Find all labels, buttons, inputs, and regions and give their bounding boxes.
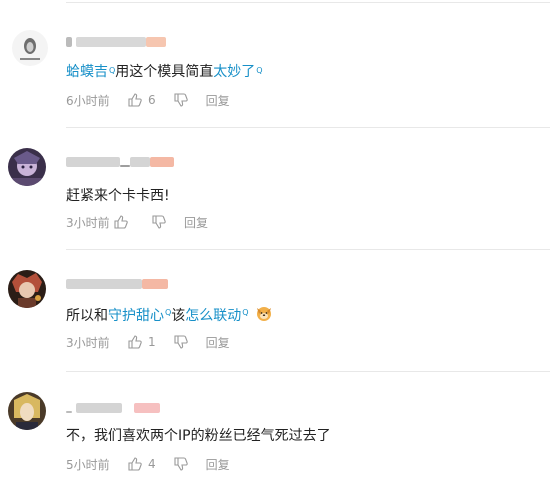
comment-text: 所以和守护甜心Q该怎么联动Q xyxy=(66,304,273,328)
thumbs-up-icon xyxy=(128,457,142,471)
search-icon: Q xyxy=(109,66,116,75)
comment-item: 所以和守护甜心Q该怎么联动Q 3小时前 1 回复 xyxy=(0,250,550,372)
thumbs-up-icon xyxy=(128,93,142,107)
dislike-button[interactable] xyxy=(174,335,188,349)
comment-text: 不，我们喜欢两个IP的粉丝已经气死过去了 xyxy=(66,426,331,446)
comment-item: 蛤蟆吉Q用这个模具简直太妙了Q 6小时前 6 回复 xyxy=(0,0,550,128)
timestamp: 5小时前 xyxy=(66,457,110,472)
like-button[interactable]: 6 xyxy=(128,93,156,107)
search-icon: Q xyxy=(242,308,249,317)
avatar[interactable] xyxy=(8,148,46,186)
username[interactable] xyxy=(66,156,174,168)
comment-meta: 3小时前 回复 xyxy=(66,214,208,230)
link-keyword[interactable]: 太妙了 xyxy=(213,64,255,80)
thumbs-down-icon xyxy=(174,457,188,471)
comment-item: 不，我们喜欢两个IP的粉丝已经气死过去了 5小时前 4 回复 xyxy=(0,372,550,483)
text-segment: 赶紧来个卡卡西! xyxy=(66,188,170,204)
text-segment: 用这个模具简直 xyxy=(115,64,214,80)
username[interactable] xyxy=(66,36,166,48)
text-segment: 该 xyxy=(171,308,186,324)
reply-button[interactable]: 回复 xyxy=(206,92,230,109)
link-keyword[interactable]: 守护甜心 xyxy=(108,308,164,324)
username[interactable] xyxy=(66,278,168,290)
thumbs-down-icon xyxy=(174,335,188,349)
dislike-button[interactable] xyxy=(174,457,188,471)
link-keyword[interactable]: 怎么联动 xyxy=(185,308,241,324)
thumbs-down-icon xyxy=(174,93,188,107)
comment-meta: 5小时前 4 回复 xyxy=(66,456,230,472)
timestamp: 6小时前 xyxy=(66,93,110,108)
timestamp: 3小时前 xyxy=(66,335,110,350)
thumbs-up-icon xyxy=(114,215,128,229)
dislike-button[interactable] xyxy=(152,215,166,229)
comment-text: 赶紧来个卡卡西! xyxy=(66,186,170,206)
avatar[interactable] xyxy=(8,392,46,430)
comment-meta: 6小时前 6 回复 xyxy=(66,92,230,108)
timestamp: 3小时前 xyxy=(66,215,110,230)
divider xyxy=(66,2,550,3)
like-count: 6 xyxy=(148,93,156,107)
search-icon: Q xyxy=(256,66,263,75)
text-segment: 不，我们喜欢两个IP的粉丝已经气死过去了 xyxy=(66,428,331,444)
comment-meta: 3小时前 1 回复 xyxy=(66,334,230,350)
comment-item: 赶紧来个卡卡西! 3小时前 回复 xyxy=(0,128,550,250)
like-button[interactable]: 4 xyxy=(128,457,156,471)
thumbs-down-icon xyxy=(152,215,166,229)
search-icon: Q xyxy=(165,308,172,317)
reply-button[interactable]: 回复 xyxy=(206,334,230,351)
comment-text: 蛤蟆吉Q用这个模具简直太妙了Q xyxy=(66,62,263,82)
reply-button[interactable]: 回复 xyxy=(184,214,208,231)
link-keyword[interactable]: 蛤蟆吉 xyxy=(66,64,108,80)
avatar[interactable] xyxy=(12,30,48,66)
thumbs-up-icon xyxy=(128,335,142,349)
like-count: 1 xyxy=(148,335,156,349)
like-button[interactable]: 1 xyxy=(128,335,156,349)
reply-button[interactable]: 回复 xyxy=(206,456,230,473)
like-button[interactable] xyxy=(114,215,134,229)
avatar[interactable] xyxy=(8,270,46,308)
dog-emoji-icon xyxy=(255,304,273,328)
dislike-button[interactable] xyxy=(174,93,188,107)
like-count: 4 xyxy=(148,457,156,471)
text-segment: 所以和 xyxy=(66,308,108,324)
username[interactable] xyxy=(66,402,160,414)
